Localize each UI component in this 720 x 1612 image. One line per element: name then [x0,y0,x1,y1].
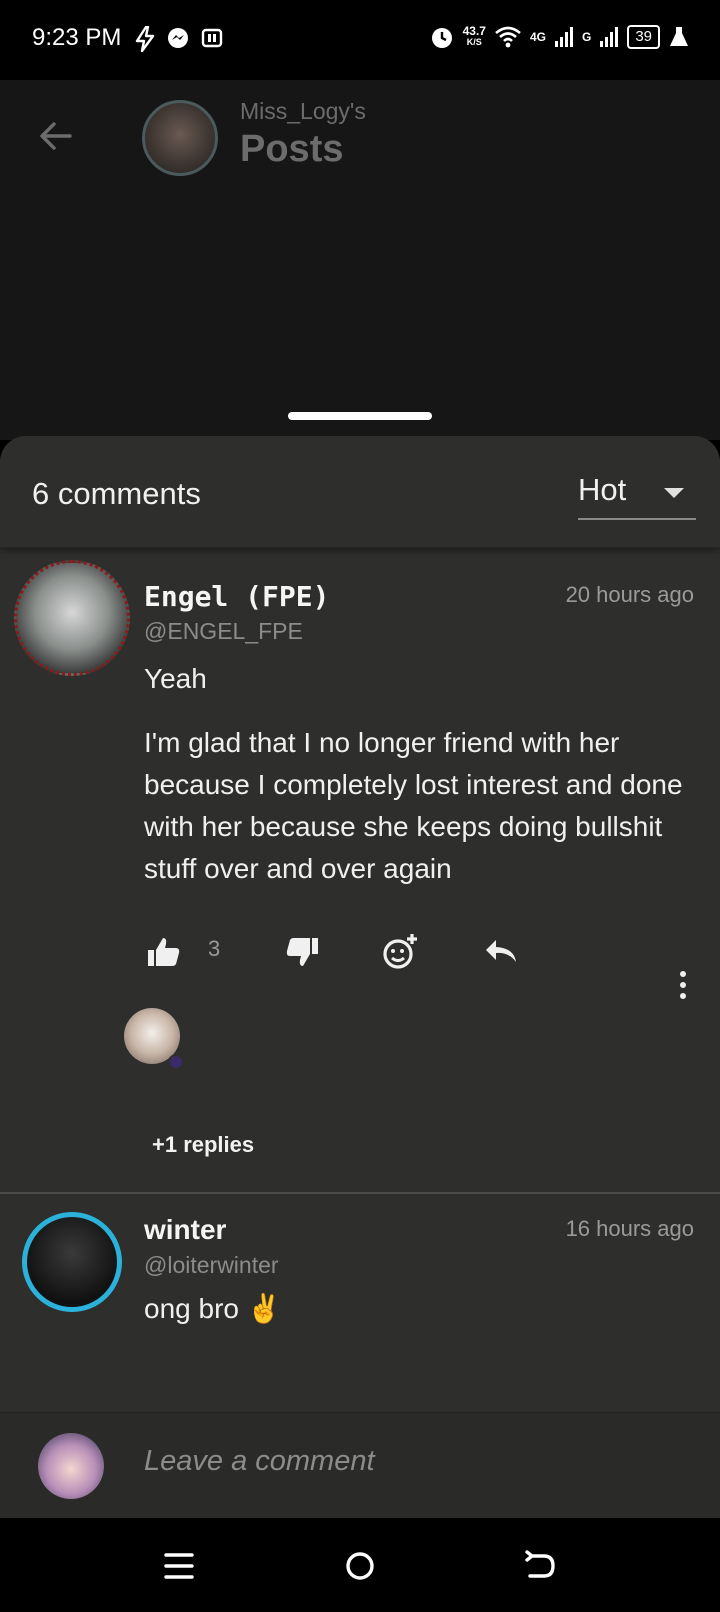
comment-actions: 3 [144,932,704,976]
post-header: Miss_Logy's Posts [0,80,720,440]
comment-timestamp: 16 hours ago [565,1216,694,1241]
lab-flask-icon [670,27,688,46]
cast-icon [201,28,223,48]
page-title: Posts [240,128,344,170]
sheet-drag-handle[interactable] [288,412,432,420]
alarm-icon [431,28,452,48]
signal-icon [554,27,573,47]
view-replies-link[interactable]: +1 replies [152,1132,254,1158]
comment-text: ong bro ✌️ [144,1293,282,1324]
status-system-icons: 43.7 K/S 4G G 39 [429,24,690,50]
network-g-label: G [581,30,592,44]
heart-badge-icon [168,1054,184,1070]
back-arrow-icon[interactable] [38,118,74,154]
home-circle-icon[interactable] [342,1548,378,1584]
comment-input[interactable]: Leave a comment [144,1445,375,1478]
reply-icon[interactable] [482,932,522,972]
comments-header: 6 comments Hot [0,436,720,548]
comment-item: winter @loiterwinter 16 hours ago ong br… [0,1194,720,1394]
thumbs-down-icon[interactable] [282,932,322,972]
comment-composer: Leave a comment [0,1412,720,1518]
menu-icon[interactable] [162,1548,198,1584]
comment-timestamp: 20 hours ago [565,582,694,607]
comment-text: I'm glad that I no longer friend with he… [144,727,683,884]
status-time: 9:23 PM [32,24,122,51]
wifi-icon [495,26,521,48]
chevron-down-icon [664,488,684,498]
network-4g-label: 4G [529,30,546,44]
flash-icon [135,26,155,52]
sort-selected-label: Hot [578,472,627,507]
thumbs-up-icon[interactable] [144,932,184,972]
comment-text: Yeah [144,663,207,694]
comment-author-handle[interactable]: @loiterwinter [144,1252,279,1279]
owner-name: Miss_Logy's [240,98,366,124]
avatar[interactable] [22,1212,122,1312]
more-vert-icon[interactable] [676,970,690,1000]
signal-icon-2 [600,27,619,47]
owner-avatar[interactable] [142,100,218,176]
comment-author-name[interactable]: winter [144,1214,226,1246]
comment-item: Engel (FPE) @ENGEL_FPE 20 hours ago Yeah… [0,550,720,1190]
add-reaction-icon[interactable] [380,932,420,972]
net-speed-value: 43.7 [462,24,486,38]
system-nav-bar [0,1518,720,1612]
comment-author-handle[interactable]: @ENGEL_FPE [144,618,303,645]
net-speed: 43.7 K/S [462,24,486,48]
comment-author-name[interactable]: Engel (FPE) [144,580,329,613]
status-bar: 9:23 PM 43.7 K/S 4G G 39 [0,0,720,80]
status-notification-icons [134,26,224,52]
avatar[interactable] [14,560,130,676]
messenger-icon [168,28,188,48]
sort-dropdown[interactable]: Hot [578,468,696,520]
back-nav-icon[interactable] [522,1548,558,1584]
avatar [38,1433,104,1499]
battery-indicator: 39 [627,25,660,49]
comments-sheet: 6 comments Hot Engel (FPE) @ENGEL_FPE 20… [0,436,720,1518]
comments-count: 6 comments [32,476,201,511]
net-speed-unit: K/S [466,37,482,47]
like-count: 3 [208,936,221,961]
